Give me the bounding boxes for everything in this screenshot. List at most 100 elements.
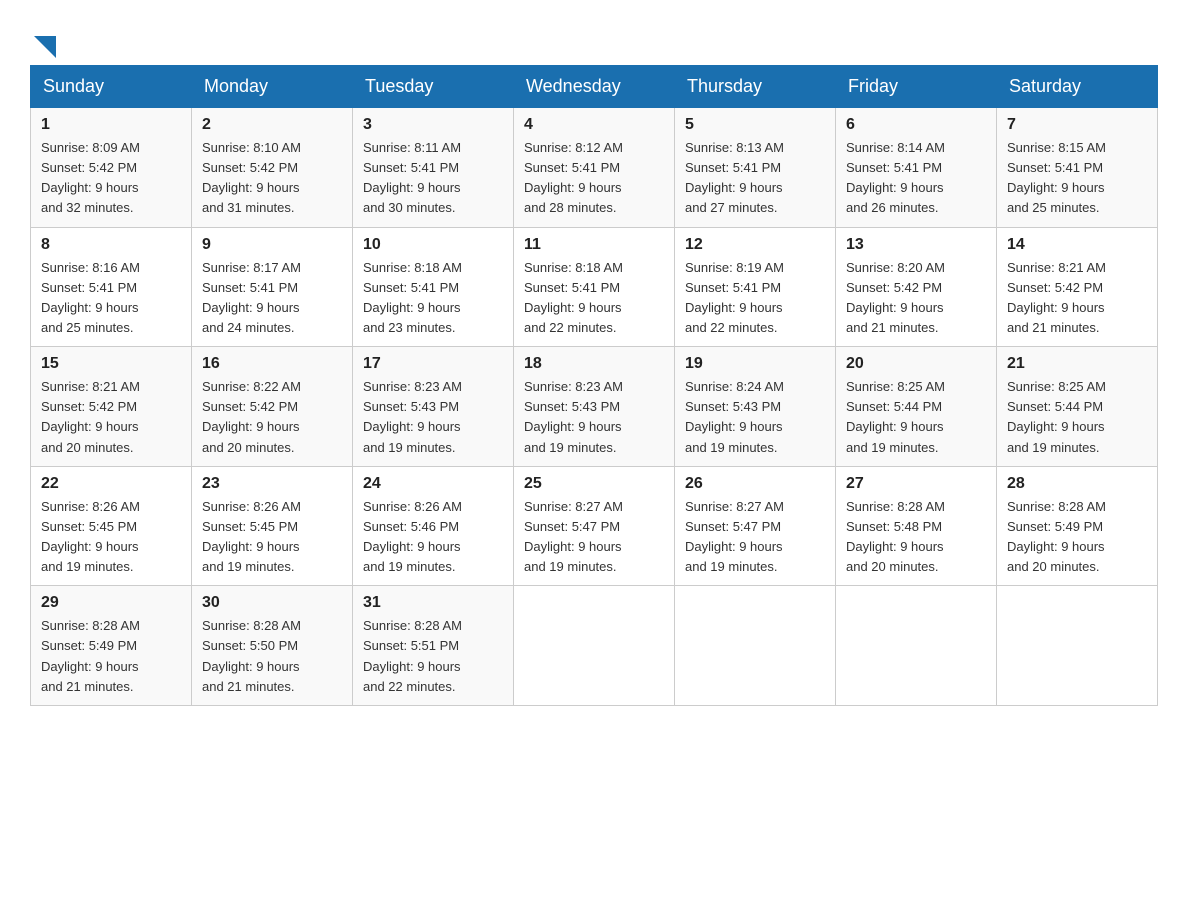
header-thursday: Thursday bbox=[675, 66, 836, 108]
day-info: Sunrise: 8:15 AMSunset: 5:41 PMDaylight:… bbox=[1007, 138, 1147, 219]
calendar-week-row: 15 Sunrise: 8:21 AMSunset: 5:42 PMDayligh… bbox=[31, 347, 1158, 467]
table-row: 5 Sunrise: 8:13 AMSunset: 5:41 PMDaylight… bbox=[675, 108, 836, 228]
day-info: Sunrise: 8:20 AMSunset: 5:42 PMDaylight:… bbox=[846, 258, 986, 339]
table-row: 20 Sunrise: 8:25 AMSunset: 5:44 PMDayligh… bbox=[836, 347, 997, 467]
table-row: 29Sunrise: 8:28 AMSunset: 5:49 PMDayligh… bbox=[31, 586, 192, 706]
day-number: 2 bbox=[202, 116, 342, 134]
table-row: 31 Sunrise: 8:28 AMSunset: 5:51 PMDayligh… bbox=[353, 586, 514, 706]
table-row: 3 Sunrise: 8:11 AMSunset: 5:41 PMDaylight… bbox=[353, 108, 514, 228]
calendar-header-row: Sunday Monday Tuesday Wednesday Thursday… bbox=[31, 66, 1158, 108]
calendar-week-row: 22 Sunrise: 8:26 AMSunset: 5:45 PMDayligh… bbox=[31, 466, 1158, 586]
logo-triangle-icon bbox=[34, 36, 56, 58]
table-row: 27Sunrise: 8:28 AMSunset: 5:48 PMDayligh… bbox=[836, 466, 997, 586]
day-number: 28 bbox=[1007, 475, 1147, 493]
day-number: 19 bbox=[685, 355, 825, 373]
day-info: Sunrise: 8:23 AMSunset: 5:43 PMDaylight:… bbox=[524, 377, 664, 458]
table-row: 14 Sunrise: 8:21 AMSunset: 5:42 PMDayligh… bbox=[997, 227, 1158, 347]
table-row: 18 Sunrise: 8:23 AMSunset: 5:43 PMDayligh… bbox=[514, 347, 675, 467]
day-number: 6 bbox=[846, 116, 986, 134]
table-row: 13Sunrise: 8:20 AMSunset: 5:42 PMDayligh… bbox=[836, 227, 997, 347]
table-row: 22 Sunrise: 8:26 AMSunset: 5:45 PMDayligh… bbox=[31, 466, 192, 586]
day-info: Sunrise: 8:28 AMSunset: 5:48 PMDaylight:… bbox=[846, 497, 986, 578]
table-row: 6 Sunrise: 8:14 AMSunset: 5:41 PMDaylight… bbox=[836, 108, 997, 228]
table-row: 11 Sunrise: 8:18 AMSunset: 5:41 PMDayligh… bbox=[514, 227, 675, 347]
day-number: 20 bbox=[846, 355, 986, 373]
page-header bbox=[30, 20, 1158, 55]
calendar-week-row: 1Sunrise: 8:09 AMSunset: 5:42 PMDaylight… bbox=[31, 108, 1158, 228]
table-row: 19 Sunrise: 8:24 AMSunset: 5:43 PMDayligh… bbox=[675, 347, 836, 467]
day-number: 26 bbox=[685, 475, 825, 493]
calendar-week-row: 29Sunrise: 8:28 AMSunset: 5:49 PMDayligh… bbox=[31, 586, 1158, 706]
day-info: Sunrise: 8:18 AMSunset: 5:41 PMDaylight:… bbox=[524, 258, 664, 339]
day-info: Sunrise: 8:27 AMSunset: 5:47 PMDaylight:… bbox=[524, 497, 664, 578]
day-info: Sunrise: 8:21 AMSunset: 5:42 PMDaylight:… bbox=[41, 377, 181, 458]
day-number: 14 bbox=[1007, 236, 1147, 254]
day-number: 23 bbox=[202, 475, 342, 493]
table-row: 4 Sunrise: 8:12 AMSunset: 5:41 PMDaylight… bbox=[514, 108, 675, 228]
day-info: Sunrise: 8:23 AMSunset: 5:43 PMDaylight:… bbox=[363, 377, 503, 458]
calendar-table: Sunday Monday Tuesday Wednesday Thursday… bbox=[30, 65, 1158, 706]
day-info: Sunrise: 8:14 AMSunset: 5:41 PMDaylight:… bbox=[846, 138, 986, 219]
day-info: Sunrise: 8:13 AMSunset: 5:41 PMDaylight:… bbox=[685, 138, 825, 219]
day-number: 18 bbox=[524, 355, 664, 373]
day-info: Sunrise: 8:11 AMSunset: 5:41 PMDaylight:… bbox=[363, 138, 503, 219]
day-number: 7 bbox=[1007, 116, 1147, 134]
day-number: 25 bbox=[524, 475, 664, 493]
day-info: Sunrise: 8:26 AMSunset: 5:45 PMDaylight:… bbox=[41, 497, 181, 578]
day-number: 8 bbox=[41, 236, 181, 254]
day-number: 3 bbox=[363, 116, 503, 134]
table-row: 16 Sunrise: 8:22 AMSunset: 5:42 PMDayligh… bbox=[192, 347, 353, 467]
day-info: Sunrise: 8:28 AMSunset: 5:50 PMDaylight:… bbox=[202, 616, 342, 697]
table-row: 9 Sunrise: 8:17 AMSunset: 5:41 PMDaylight… bbox=[192, 227, 353, 347]
day-number: 10 bbox=[363, 236, 503, 254]
table-row: 17 Sunrise: 8:23 AMSunset: 5:43 PMDayligh… bbox=[353, 347, 514, 467]
day-info: Sunrise: 8:28 AMSunset: 5:49 PMDaylight:… bbox=[1007, 497, 1147, 578]
day-number: 9 bbox=[202, 236, 342, 254]
day-info: Sunrise: 8:25 AMSunset: 5:44 PMDaylight:… bbox=[846, 377, 986, 458]
header-wednesday: Wednesday bbox=[514, 66, 675, 108]
header-monday: Monday bbox=[192, 66, 353, 108]
day-number: 15 bbox=[41, 355, 181, 373]
day-number: 21 bbox=[1007, 355, 1147, 373]
table-row: 25 Sunrise: 8:27 AMSunset: 5:47 PMDayligh… bbox=[514, 466, 675, 586]
day-number: 12 bbox=[685, 236, 825, 254]
day-info: Sunrise: 8:27 AMSunset: 5:47 PMDaylight:… bbox=[685, 497, 825, 578]
day-number: 1 bbox=[41, 116, 181, 134]
table-row: 2Sunrise: 8:10 AMSunset: 5:42 PMDaylight… bbox=[192, 108, 353, 228]
logo bbox=[30, 30, 56, 55]
day-number: 5 bbox=[685, 116, 825, 134]
day-number: 4 bbox=[524, 116, 664, 134]
table-row: 7 Sunrise: 8:15 AMSunset: 5:41 PMDaylight… bbox=[997, 108, 1158, 228]
table-row bbox=[836, 586, 997, 706]
day-info: Sunrise: 8:17 AMSunset: 5:41 PMDaylight:… bbox=[202, 258, 342, 339]
table-row: 30 Sunrise: 8:28 AMSunset: 5:50 PMDayligh… bbox=[192, 586, 353, 706]
day-number: 22 bbox=[41, 475, 181, 493]
header-saturday: Saturday bbox=[997, 66, 1158, 108]
table-row: 10 Sunrise: 8:18 AMSunset: 5:41 PMDayligh… bbox=[353, 227, 514, 347]
table-row bbox=[675, 586, 836, 706]
day-info: Sunrise: 8:28 AMSunset: 5:51 PMDaylight:… bbox=[363, 616, 503, 697]
day-info: Sunrise: 8:25 AMSunset: 5:44 PMDaylight:… bbox=[1007, 377, 1147, 458]
table-row: 1Sunrise: 8:09 AMSunset: 5:42 PMDaylight… bbox=[31, 108, 192, 228]
day-number: 30 bbox=[202, 594, 342, 612]
day-info: Sunrise: 8:18 AMSunset: 5:41 PMDaylight:… bbox=[363, 258, 503, 339]
table-row bbox=[514, 586, 675, 706]
day-number: 17 bbox=[363, 355, 503, 373]
calendar-week-row: 8 Sunrise: 8:16 AMSunset: 5:41 PMDaylight… bbox=[31, 227, 1158, 347]
day-number: 16 bbox=[202, 355, 342, 373]
day-info: Sunrise: 8:16 AMSunset: 5:41 PMDaylight:… bbox=[41, 258, 181, 339]
day-info: Sunrise: 8:26 AMSunset: 5:45 PMDaylight:… bbox=[202, 497, 342, 578]
day-info: Sunrise: 8:22 AMSunset: 5:42 PMDaylight:… bbox=[202, 377, 342, 458]
day-info: Sunrise: 8:19 AMSunset: 5:41 PMDaylight:… bbox=[685, 258, 825, 339]
table-row: 8 Sunrise: 8:16 AMSunset: 5:41 PMDaylight… bbox=[31, 227, 192, 347]
day-number: 31 bbox=[363, 594, 503, 612]
day-info: Sunrise: 8:24 AMSunset: 5:43 PMDaylight:… bbox=[685, 377, 825, 458]
table-row: 24Sunrise: 8:26 AMSunset: 5:46 PMDayligh… bbox=[353, 466, 514, 586]
day-info: Sunrise: 8:21 AMSunset: 5:42 PMDaylight:… bbox=[1007, 258, 1147, 339]
table-row: 12 Sunrise: 8:19 AMSunset: 5:41 PMDayligh… bbox=[675, 227, 836, 347]
day-info: Sunrise: 8:28 AMSunset: 5:49 PMDaylight:… bbox=[41, 616, 181, 697]
day-number: 11 bbox=[524, 236, 664, 254]
table-row: 23 Sunrise: 8:26 AMSunset: 5:45 PMDayligh… bbox=[192, 466, 353, 586]
table-row bbox=[997, 586, 1158, 706]
day-info: Sunrise: 8:12 AMSunset: 5:41 PMDaylight:… bbox=[524, 138, 664, 219]
